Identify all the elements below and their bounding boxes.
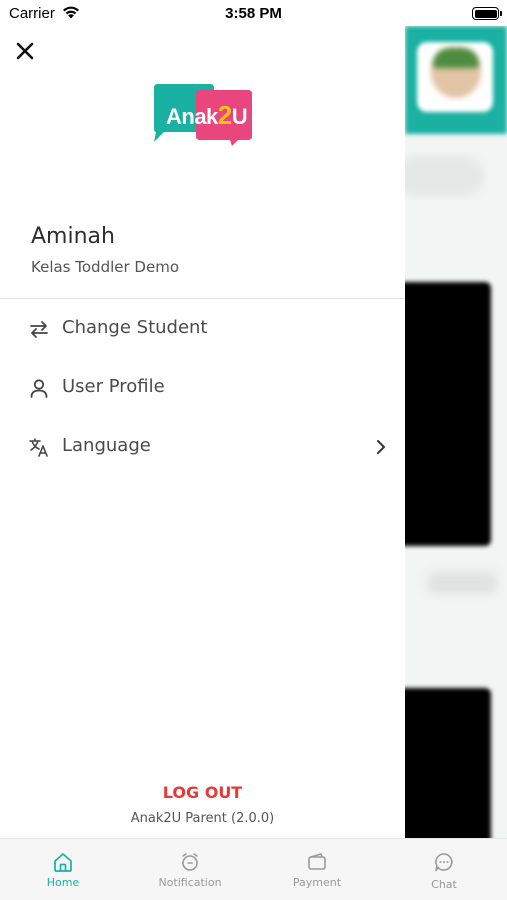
background-screen bbox=[405, 26, 507, 838]
status-bar: Carrier 3:58 PM bbox=[0, 0, 507, 28]
logout-button[interactable]: LOG OUT bbox=[0, 783, 405, 802]
battery-tip bbox=[500, 11, 502, 16]
menu-item-user-profile[interactable]: User Profile bbox=[0, 363, 405, 413]
side-drawer: Anak2U Aminah Kelas Toddler Demo Change … bbox=[0, 0, 405, 838]
tab-label: Payment bbox=[292, 876, 342, 889]
student-class: Kelas Toddler Demo bbox=[31, 258, 179, 276]
battery-icon bbox=[472, 7, 499, 20]
background-class-pill bbox=[405, 156, 485, 196]
bell-icon bbox=[182, 853, 198, 871]
menu-item-label: User Profile bbox=[62, 376, 165, 397]
background-avatar-hat bbox=[433, 48, 479, 68]
close-icon[interactable] bbox=[14, 40, 36, 62]
swap-arrows-icon bbox=[30, 321, 48, 338]
status-time: 3:58 PM bbox=[225, 5, 282, 22]
menu-item-label: Language bbox=[62, 435, 151, 456]
menu-item-change-student[interactable]: Change Student bbox=[0, 304, 405, 354]
wallet-icon bbox=[308, 853, 326, 870]
tab-home[interactable]: Home bbox=[0, 839, 126, 900]
background-share-button bbox=[427, 572, 497, 594]
menu-item-language[interactable]: Language bbox=[0, 422, 405, 472]
bottom-tab-bar: Home Notification Payment Chat bbox=[0, 838, 507, 900]
tab-label: Home bbox=[46, 876, 80, 889]
app-version: Anak2U Parent (2.0.0) bbox=[130, 811, 275, 826]
background-media-2 bbox=[405, 688, 491, 838]
logo-wordmark: Anak2U bbox=[166, 100, 248, 130]
translate-icon bbox=[29, 438, 48, 457]
divider bbox=[0, 298, 405, 299]
user-icon bbox=[30, 379, 48, 398]
menu-item-label: Change Student bbox=[62, 317, 208, 338]
tab-label: Chat bbox=[431, 878, 457, 891]
tab-chat[interactable]: Chat bbox=[381, 839, 507, 900]
background-media-1 bbox=[405, 282, 491, 546]
tab-label: Notification bbox=[158, 876, 222, 889]
student-name: Aminah bbox=[31, 224, 115, 249]
chat-icon bbox=[435, 853, 453, 872]
home-icon bbox=[54, 853, 72, 872]
chevron-right-icon bbox=[377, 440, 385, 454]
tab-notification[interactable]: Notification bbox=[127, 839, 253, 900]
tab-payment[interactable]: Payment bbox=[254, 839, 380, 900]
